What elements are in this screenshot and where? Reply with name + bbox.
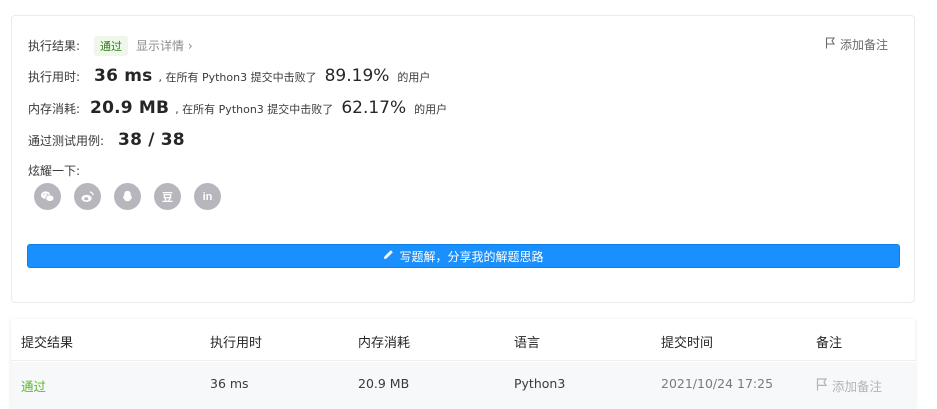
memory-suffix: 的用户 xyxy=(414,103,448,116)
qq-icon[interactable] xyxy=(114,183,141,210)
result-row: 执行结果: 通过 显示详情 › xyxy=(28,36,193,56)
testcases-value: 38 / 38 xyxy=(118,130,185,150)
row-add-note-label: 添加备注 xyxy=(832,379,883,394)
table-row: 通过 36 ms 20.9 MB Python3 2021/10/24 17:2… xyxy=(11,362,915,409)
share-buttons: 豆 in xyxy=(34,183,221,210)
show-detail-link[interactable]: 显示详情 › xyxy=(136,37,193,54)
testcases-row: 通过测试用例: 38 / 38 xyxy=(28,130,185,150)
runtime-value: 36 ms xyxy=(94,66,153,86)
row-time: 2021/10/24 17:25 xyxy=(661,376,774,391)
douban-icon[interactable]: 豆 xyxy=(154,183,181,210)
write-solution-button[interactable]: 写题解，分享我的解题思路 xyxy=(27,244,900,268)
header-note: 备注 xyxy=(816,336,843,351)
memory-percent: 62.17% xyxy=(341,98,407,118)
runtime-prefix: , 在所有 Python3 提交中击败了 xyxy=(158,71,317,84)
add-note-button[interactable]: 添加备注 xyxy=(825,36,888,53)
memory-row: 内存消耗: 20.9 MB , 在所有 Python3 提交中击败了 62.17… xyxy=(28,98,447,118)
wechat-icon[interactable] xyxy=(34,183,61,210)
submission-table: 提交结果 执行用时 内存消耗 语言 提交时间 备注 通过 36 ms 20.9 … xyxy=(11,319,915,409)
testcases-label: 通过测试用例: xyxy=(28,134,105,148)
header-memory: 内存消耗 xyxy=(358,336,411,351)
row-runtime: 36 ms xyxy=(210,376,249,391)
share-label: 炫耀一下: xyxy=(28,164,81,178)
share-label-row: 炫耀一下: xyxy=(28,162,80,179)
pencil-icon xyxy=(383,249,394,263)
memory-label: 内存消耗: xyxy=(28,102,81,116)
row-language: Python3 xyxy=(514,376,566,391)
header-language: 语言 xyxy=(514,336,541,351)
add-note-label: 添加备注 xyxy=(839,38,888,52)
result-label: 执行结果: xyxy=(28,39,81,53)
linkedin-text: in xyxy=(202,190,213,203)
table-header: 提交结果 执行用时 内存消耗 语言 提交时间 备注 xyxy=(11,319,915,361)
row-result-link[interactable]: 通过 xyxy=(21,376,46,395)
linkedin-icon[interactable]: in xyxy=(194,183,221,210)
douban-text: 豆 xyxy=(162,191,173,204)
status-badge: 通过 xyxy=(94,36,129,56)
header-time: 提交时间 xyxy=(661,336,714,351)
write-solution-label: 写题解，分享我的解题思路 xyxy=(399,249,544,264)
memory-value: 20.9 MB xyxy=(90,98,170,118)
header-result: 提交结果 xyxy=(21,336,74,351)
row-memory: 20.9 MB xyxy=(358,376,410,391)
row-add-note-button[interactable]: 添加备注 xyxy=(816,376,882,395)
runtime-label: 执行用时: xyxy=(28,70,81,84)
memory-prefix: , 在所有 Python3 提交中击败了 xyxy=(175,103,334,116)
result-card: 执行结果: 通过 显示详情 › 添加备注 执行用时: 36 ms , 在所有 P… xyxy=(11,15,915,303)
runtime-row: 执行用时: 36 ms , 在所有 Python3 提交中击败了 89.19% … xyxy=(28,66,430,86)
weibo-icon[interactable] xyxy=(74,183,101,210)
flag-icon xyxy=(825,37,836,52)
flag-icon xyxy=(816,377,828,394)
runtime-percent: 89.19% xyxy=(324,66,390,86)
runtime-suffix: 的用户 xyxy=(397,71,431,84)
header-runtime: 执行用时 xyxy=(210,336,263,351)
